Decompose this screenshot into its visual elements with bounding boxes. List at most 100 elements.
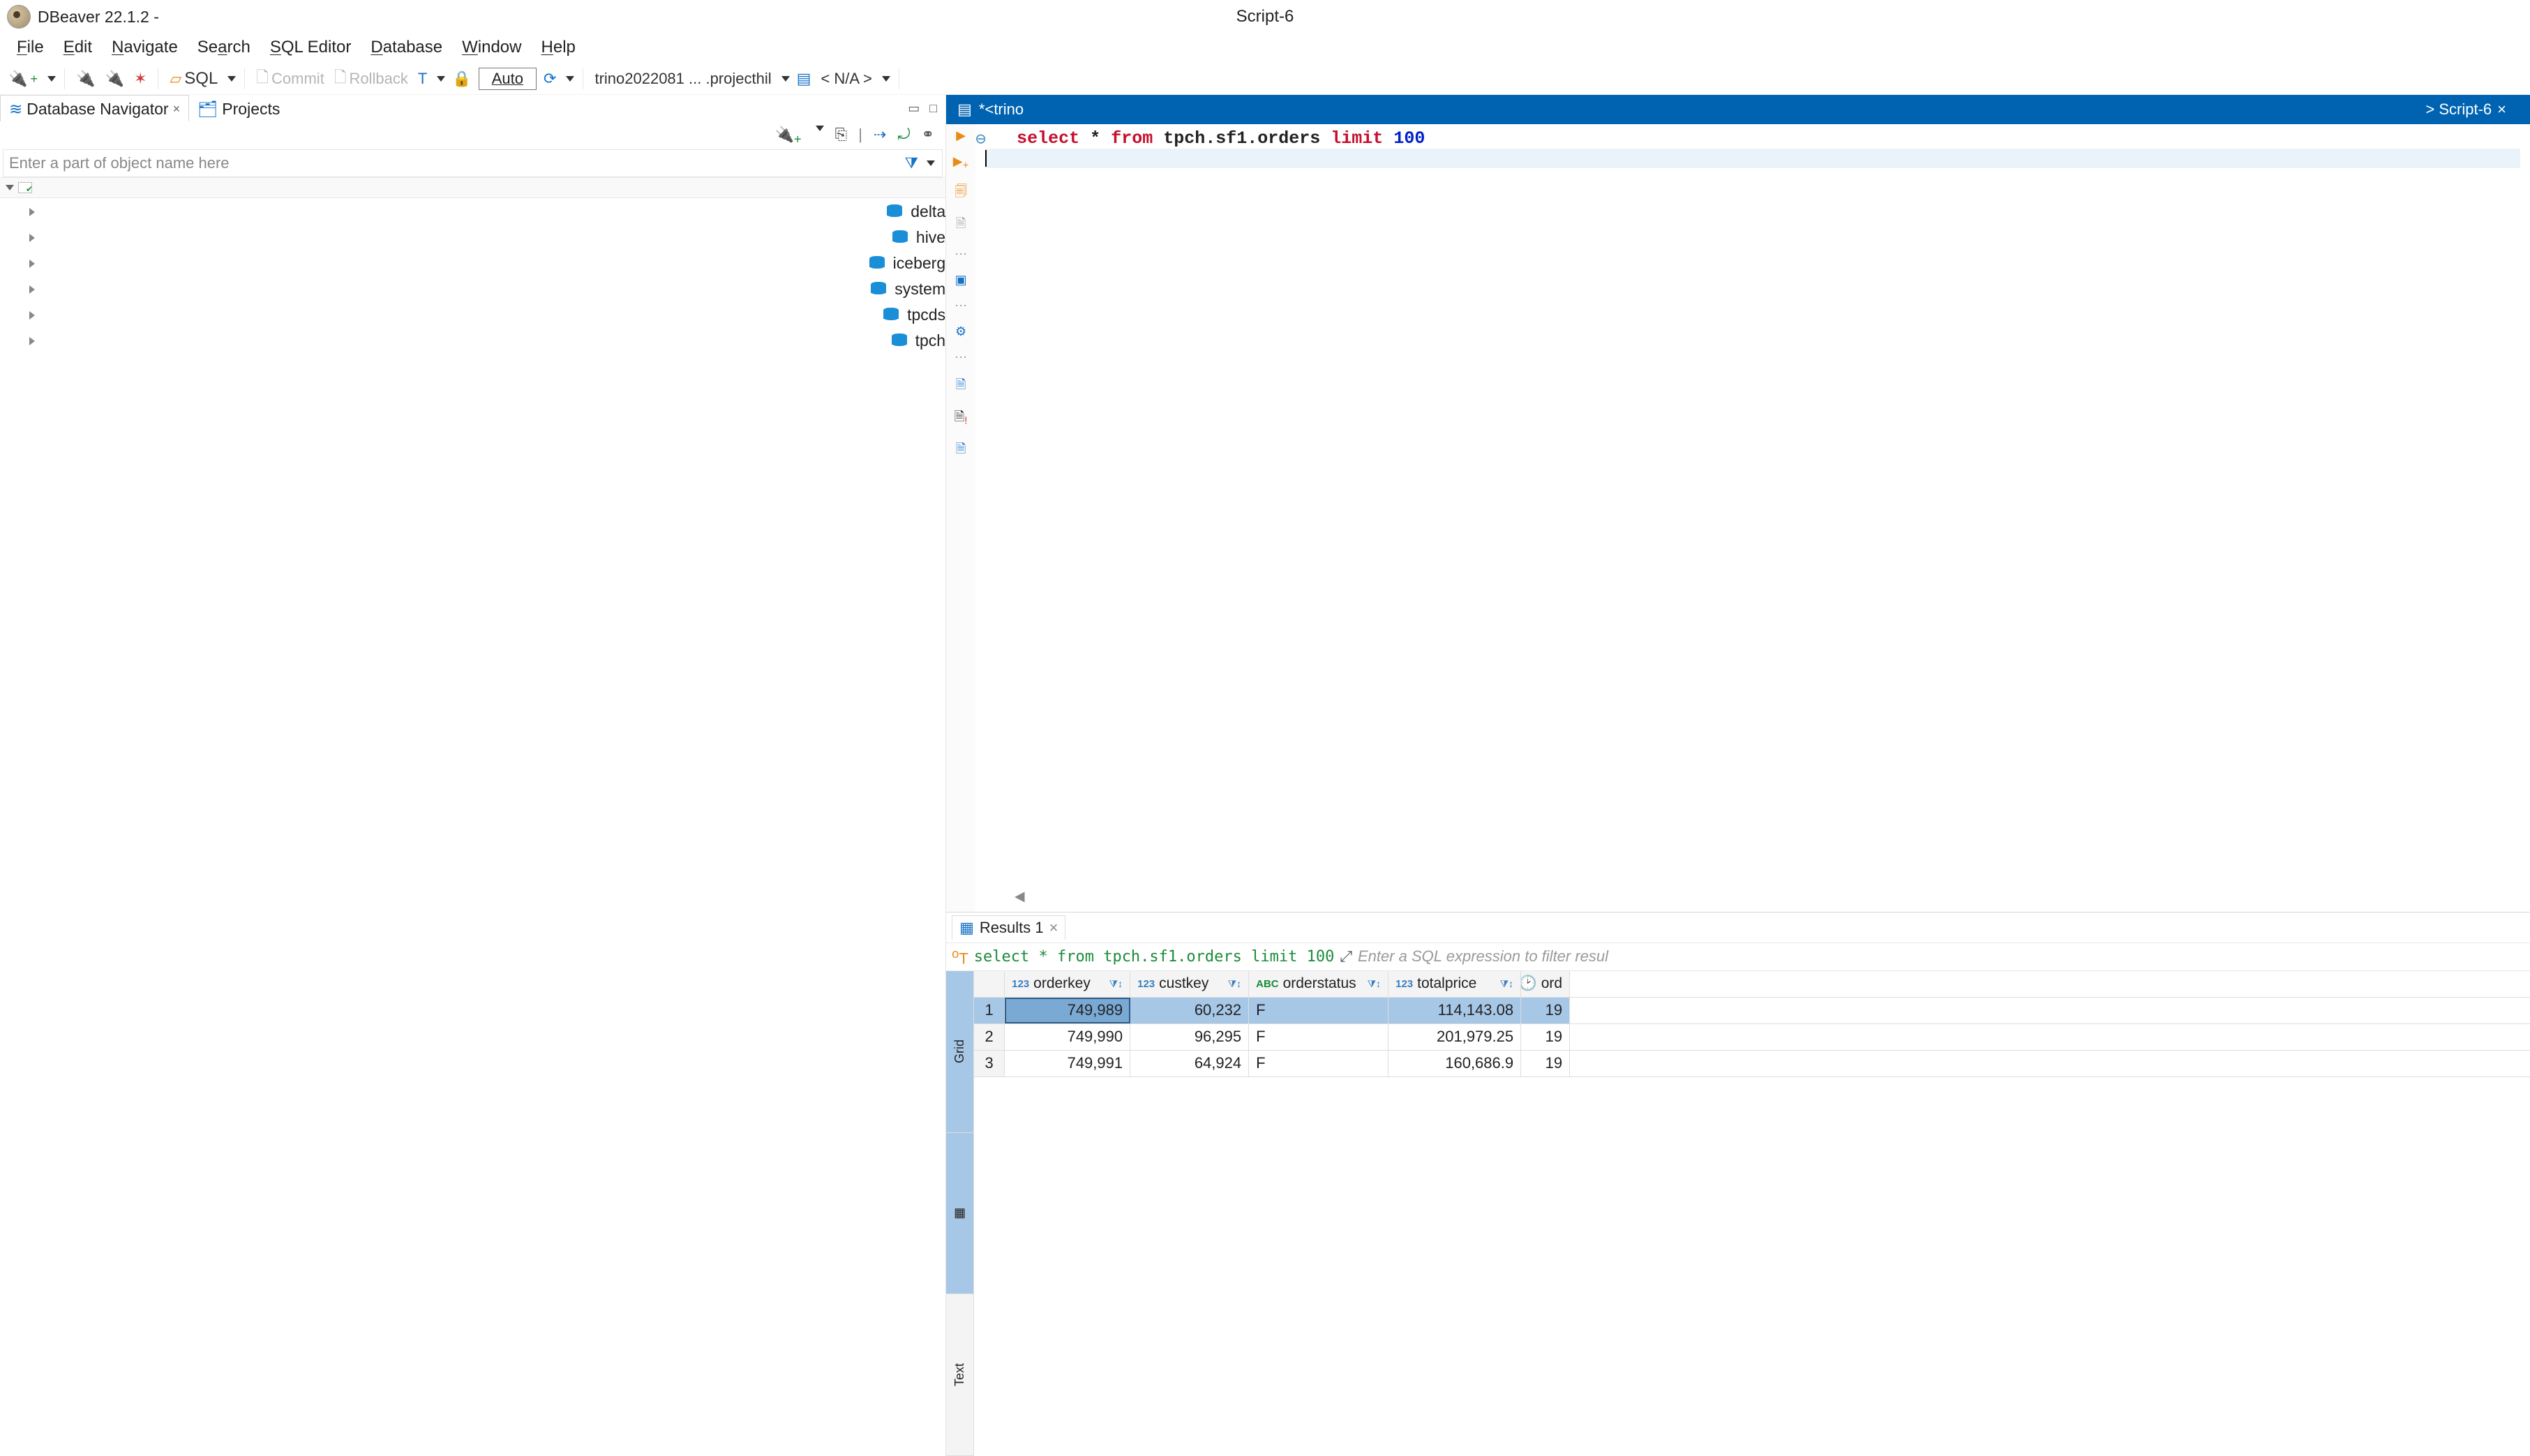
- view-text-button[interactable]: Text: [946, 1294, 973, 1456]
- scrollbar-left-icon[interactable]: ◄: [1015, 887, 1025, 908]
- results-grid[interactable]: 123 orderkey⧩↕ 123 custkey⧩↕ ABC orderst…: [974, 971, 2530, 1456]
- filter-funnel-icon[interactable]: ⧩: [904, 154, 918, 172]
- menu-sql-editor[interactable]: SQL Editor: [270, 38, 352, 57]
- nav-filter-input[interactable]: [3, 150, 893, 177]
- explain-plan-button[interactable]: 🗎: [952, 215, 969, 236]
- new-connection-mini-button[interactable]: 🔌+: [774, 126, 801, 147]
- new-connection-mini-menu[interactable]: [816, 126, 824, 131]
- history-menu[interactable]: [566, 76, 574, 82]
- editor-tab-script6[interactable]: ▤ *<trino > Script-6 ×: [946, 95, 2530, 124]
- execute-script-button[interactable]: 🗐: [952, 183, 969, 204]
- datasource-menu[interactable]: [781, 76, 790, 82]
- cell-orderstatus[interactable]: F: [1249, 1024, 1388, 1050]
- export-button[interactable]: 🗎: [952, 440, 969, 461]
- chevron-right-icon[interactable]: [29, 285, 862, 294]
- cell-ord[interactable]: 19: [1521, 1051, 1570, 1076]
- new-connection-button[interactable]: 🔌+: [6, 68, 40, 89]
- cell-totalprice[interactable]: 114,143.08: [1388, 998, 1521, 1023]
- chevron-right-icon[interactable]: [29, 311, 875, 320]
- cell-orderkey[interactable]: 749,990: [1005, 1024, 1130, 1050]
- sql-editor-button[interactable]: ▱ SQL: [167, 68, 220, 90]
- cell-totalprice[interactable]: 160,686.9: [1388, 1051, 1521, 1076]
- schema-item-tpch[interactable]: tpch: [29, 331, 945, 350]
- chevron-right-icon[interactable]: [29, 337, 883, 345]
- rollback-button[interactable]: 🗋 Rollback: [331, 64, 411, 93]
- column-header-totalprice[interactable]: 123 totalprice⧩↕: [1388, 971, 1521, 997]
- disconnect-button[interactable]: ✶: [131, 68, 149, 89]
- commit-button[interactable]: 🗋 Commit: [253, 64, 327, 93]
- menu-navigate[interactable]: Navigate: [112, 38, 178, 57]
- view-grid-button[interactable]: Grid: [946, 971, 973, 1133]
- cell-custkey[interactable]: 64,924: [1130, 1051, 1249, 1076]
- menu-window[interactable]: Window: [462, 38, 521, 57]
- filter-menu[interactable]: [927, 160, 935, 166]
- execute-button[interactable]: ▶: [952, 128, 969, 143]
- transaction-mode-button[interactable]: T: [415, 68, 430, 89]
- sql-editor-menu[interactable]: [227, 76, 236, 82]
- table-row[interactable]: 2 749,990 96,295 F 201,979.25 19: [974, 1024, 2530, 1051]
- column-rownum[interactable]: [974, 971, 1005, 997]
- new-connection-menu[interactable]: [47, 76, 56, 82]
- schema-selector[interactable]: < N/A >: [818, 68, 874, 89]
- refresh-icon[interactable]: ⤾: [897, 126, 910, 147]
- schema-item-hive[interactable]: hive: [29, 228, 945, 247]
- cell-orderstatus[interactable]: F: [1249, 998, 1388, 1023]
- tab-projects[interactable]: 🗂 Projects: [189, 96, 288, 121]
- grid-mode-icon[interactable]: ▦: [946, 1133, 973, 1295]
- schema-item-iceberg[interactable]: iceberg: [29, 254, 945, 273]
- auto-commit-button[interactable]: Auto: [479, 68, 537, 90]
- maximize-icon[interactable]: □: [929, 101, 937, 116]
- chevron-right-icon[interactable]: [29, 260, 861, 268]
- menu-help[interactable]: Help: [541, 38, 576, 57]
- tab-database-navigator[interactable]: ≋ Database Navigator ×: [0, 95, 189, 121]
- reconnect-button[interactable]: 🔌: [103, 68, 127, 89]
- cell-totalprice[interactable]: 201,979.25: [1388, 1024, 1521, 1050]
- tab-results-1[interactable]: ▦ Results 1 ×: [952, 915, 1065, 940]
- table-row[interactable]: 1 749,989 60,232 F 114,143.08 19: [974, 998, 2530, 1024]
- close-icon[interactable]: ×: [2497, 100, 2506, 119]
- chevron-down-icon[interactable]: [6, 185, 14, 190]
- menu-search[interactable]: Search: [197, 38, 250, 57]
- connection-row[interactable]: ✔: [0, 177, 945, 198]
- history-icon[interactable]: ⟳: [541, 68, 559, 89]
- transaction-mode-menu[interactable]: [437, 76, 445, 82]
- cell-orderstatus[interactable]: F: [1249, 1051, 1388, 1076]
- cell-ord[interactable]: 19: [1521, 998, 1570, 1023]
- cell-custkey[interactable]: 60,232: [1130, 998, 1249, 1023]
- close-icon[interactable]: ×: [173, 102, 181, 117]
- close-icon[interactable]: ×: [1049, 919, 1058, 937]
- column-header-orderstatus[interactable]: ABC orderstatus⧩↕: [1249, 971, 1388, 997]
- sql-editor[interactable]: ⊖ select * from tpch.sf1.orders limit 10…: [975, 124, 2530, 912]
- new-folder-icon[interactable]: ⎘: [835, 126, 848, 147]
- link-icon[interactable]: ⚭: [922, 126, 934, 147]
- menu-file[interactable]: File: [17, 38, 44, 57]
- schema-menu[interactable]: [882, 76, 890, 82]
- column-header-orderkey[interactable]: 123 orderkey⧩↕: [1005, 971, 1130, 997]
- cell-orderkey[interactable]: 749,991: [1005, 1051, 1130, 1076]
- settings-icon[interactable]: ⚙: [952, 324, 969, 339]
- save-error-button[interactable]: 🗎!: [952, 408, 969, 429]
- fold-icon[interactable]: ⊖: [975, 128, 986, 150]
- schema-item-system[interactable]: system: [29, 280, 945, 299]
- column-header-custkey[interactable]: 123 custkey⧩↕: [1130, 971, 1249, 997]
- chevron-right-icon[interactable]: [29, 234, 884, 242]
- connect-button[interactable]: 🔌: [73, 68, 98, 89]
- cell-custkey[interactable]: 96,295: [1130, 1024, 1249, 1050]
- cell-ord[interactable]: 19: [1521, 1024, 1570, 1050]
- execute-new-tab-button[interactable]: ▶+: [952, 154, 969, 172]
- minimize-icon[interactable]: ▭: [908, 101, 920, 116]
- expand-icon[interactable]: ⤢: [1340, 947, 1352, 966]
- show-panel-button[interactable]: ▣: [952, 273, 969, 287]
- lock-icon[interactable]: 🔒: [449, 68, 474, 89]
- datasource-selector[interactable]: trino2022081 ... .projecthil: [592, 68, 774, 89]
- schema-item-delta[interactable]: delta: [29, 202, 945, 221]
- column-header-ord[interactable]: 🕑 ord: [1521, 971, 1570, 997]
- table-row[interactable]: 3 749,991 64,924 F 160,686.9 19: [974, 1051, 2530, 1077]
- menu-database[interactable]: Database: [370, 38, 442, 57]
- save-button[interactable]: 🗎: [952, 376, 969, 397]
- cell-orderkey[interactable]: 749,989: [1005, 998, 1130, 1023]
- schema-item-tpcds[interactable]: tpcds: [29, 306, 945, 324]
- chevron-right-icon[interactable]: [29, 208, 878, 216]
- menu-edit[interactable]: Edit: [63, 38, 92, 57]
- results-filter-input[interactable]: Enter a SQL expression to filter resul: [1358, 947, 2524, 966]
